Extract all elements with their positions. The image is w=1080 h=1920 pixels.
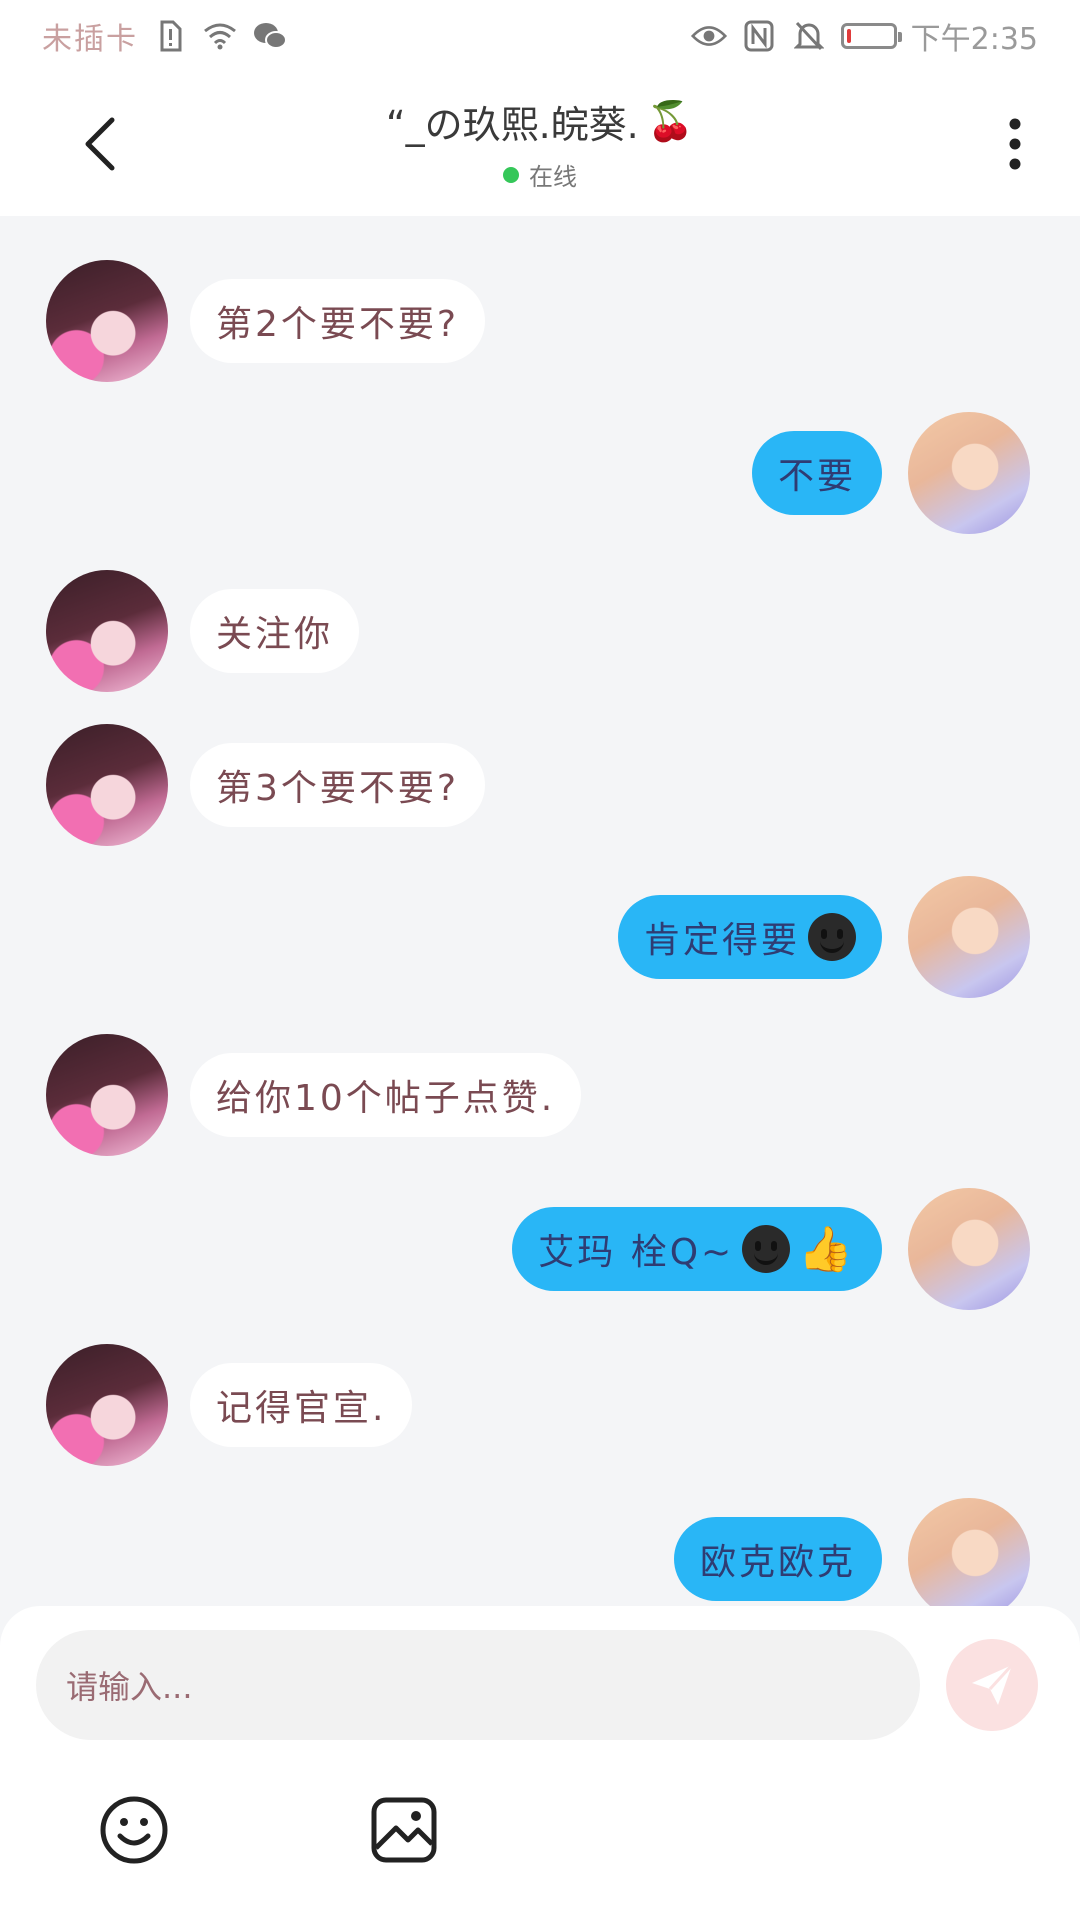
message-list[interactable]: 第2个要不要? 不要 关注你 第3个要不要? 肯定得要 给你10个帖子点赞. 艾… (0, 216, 1080, 1606)
chat-header: “_の玖熙.皖葵. 🍒 在线 (0, 72, 1080, 216)
message-bubble[interactable]: 记得官宣. (190, 1363, 413, 1447)
status-bar-right: 下午2:35 (690, 14, 1038, 58)
message-item: 给你10个帖子点赞. (46, 1034, 582, 1156)
clock: 下午2:35 (910, 22, 1038, 57)
title-block: “_の玖熙.皖葵. 🍒 在线 (0, 94, 1080, 192)
message-item: 记得官宣. (46, 1344, 413, 1466)
smiling-face-emoji-icon (742, 1225, 791, 1273)
message-bubble[interactable]: 给你10个帖子点赞. (190, 1053, 582, 1137)
message-input[interactable]: 请输入... (36, 1630, 920, 1740)
more-options-button[interactable] (990, 108, 1040, 180)
image-button[interactable] (366, 1792, 442, 1868)
my-avatar[interactable] (908, 412, 1030, 534)
message-bubble[interactable]: 欧克欧克 (673, 1517, 882, 1601)
message-item: 欧克欧克 (673, 1498, 1030, 1606)
contact-avatar[interactable] (46, 1034, 168, 1156)
my-avatar[interactable] (908, 1188, 1030, 1310)
message-bubble[interactable]: 不要 (751, 431, 882, 515)
image-icon (371, 1797, 437, 1863)
carrier-label: 未插卡 (42, 22, 138, 57)
status-bar: 未插卡 下午2:35 (0, 0, 1080, 72)
more-vertical-icon (1009, 118, 1021, 170)
message-bubble[interactable]: 艾玛 栓Q~ 👍 (512, 1207, 882, 1291)
composer: 请输入... (0, 1606, 1080, 1920)
message-item: 第3个要不要? (46, 724, 486, 846)
my-avatar[interactable] (908, 876, 1030, 998)
online-dot (503, 166, 519, 183)
cherry-emoji: 🍒 (646, 99, 695, 143)
thumbs-up-emoji-icon: 👍 (798, 1224, 856, 1275)
wechat-icon (252, 18, 288, 54)
emoji-button[interactable] (96, 1792, 172, 1868)
contact-name-text: “_の玖熙.皖葵. (385, 103, 639, 147)
eye-icon (690, 18, 727, 54)
online-status-label: 在线 (529, 163, 577, 191)
contact-avatar[interactable] (46, 260, 168, 382)
status-bar-left: 未插卡 (42, 14, 288, 58)
contact-avatar[interactable] (46, 724, 168, 846)
my-avatar[interactable] (908, 1498, 1030, 1606)
message-text: 艾玛 栓Q~ (538, 1232, 735, 1273)
sim-alert-icon (152, 18, 188, 54)
message-text: 肯定得要 (643, 920, 800, 961)
message-input-placeholder: 请输入... (66, 1668, 193, 1706)
wifi-icon (202, 18, 238, 54)
message-bubble[interactable]: 第2个要不要? (190, 279, 486, 363)
bell-off-icon (791, 18, 827, 54)
message-item: 肯定得要 (617, 876, 1030, 998)
online-status: 在线 (0, 157, 1080, 192)
message-bubble[interactable]: 肯定得要 (617, 895, 882, 979)
message-item: 关注你 (46, 570, 360, 692)
smiling-face-emoji-icon (808, 913, 856, 961)
message-bubble[interactable]: 关注你 (190, 589, 360, 673)
send-button[interactable] (946, 1639, 1038, 1731)
battery-icon (840, 23, 902, 49)
contact-avatar[interactable] (46, 1344, 168, 1466)
message-item: 不要 (751, 412, 1030, 534)
battery-level (846, 29, 851, 43)
message-item: 艾玛 栓Q~ 👍 (512, 1188, 1030, 1310)
nfc-icon (741, 18, 777, 54)
contact-name: “_の玖熙.皖葵. 🍒 (386, 94, 694, 149)
message-bubble[interactable]: 第3个要不要? (190, 743, 486, 827)
emoji-icon (100, 1796, 168, 1864)
contact-avatar[interactable] (46, 570, 168, 692)
message-item: 第2个要不要? (46, 260, 486, 382)
paper-plane-icon (972, 1663, 1014, 1705)
